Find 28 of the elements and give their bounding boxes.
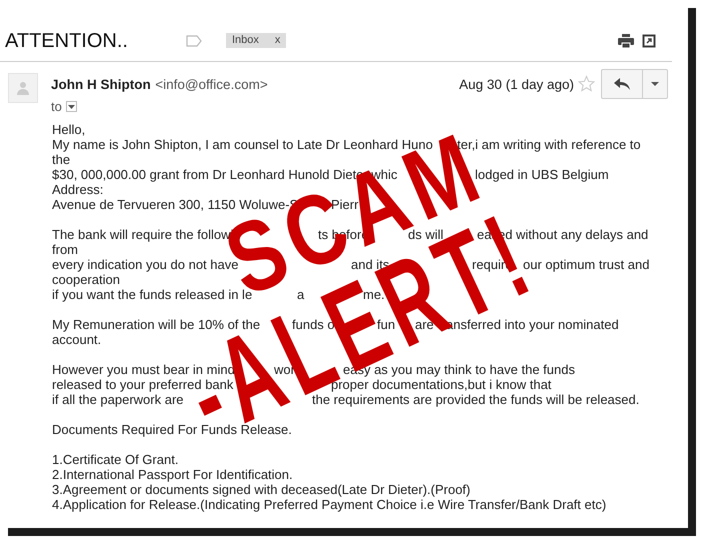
label-chip[interactable]: Inbox x bbox=[226, 33, 286, 48]
body-text: cooperation bbox=[52, 272, 120, 286]
new-window-icon[interactable] bbox=[642, 34, 656, 48]
body-text: 1.Certificate Of Grant. bbox=[52, 452, 178, 466]
caret-icon bbox=[651, 82, 659, 86]
body-text: account. bbox=[52, 332, 102, 346]
reply-button[interactable] bbox=[601, 69, 643, 99]
sender-name: John H Shipton bbox=[51, 77, 151, 92]
body-text: if all the paperwork are bbox=[52, 392, 184, 406]
sender-email: <info@office.com> bbox=[155, 77, 268, 92]
remove-label-button[interactable]: x bbox=[274, 34, 280, 47]
recipient-dropdown[interactable] bbox=[66, 101, 77, 112]
body-text: 3.Agreement or documents signed with deceased(Late Dr Dieter).(Proof) bbox=[52, 482, 470, 496]
print-icon[interactable] bbox=[618, 34, 634, 48]
body-text: Hello, bbox=[52, 122, 86, 136]
label-name: Inbox bbox=[232, 34, 259, 47]
recipient-label: to bbox=[51, 98, 62, 116]
body-text: Address: bbox=[52, 182, 104, 196]
body-text: from bbox=[52, 242, 78, 256]
message-date: Aug 30 (1 day ago) bbox=[459, 76, 574, 94]
body-text: the bbox=[52, 152, 70, 166]
star-icon[interactable] bbox=[578, 75, 595, 92]
body-text: 4.Application for Release.(Indicating Preferred Payment Choice i.e Wire Transfer/Bank Draft etc) bbox=[52, 496, 606, 512]
email-subject: ATTENTION.. bbox=[5, 28, 128, 52]
body-text: 2.International Passport For Identification. bbox=[52, 466, 293, 482]
avatar-icon bbox=[8, 73, 38, 103]
reply-icon bbox=[614, 78, 630, 90]
caret-icon bbox=[68, 104, 75, 109]
